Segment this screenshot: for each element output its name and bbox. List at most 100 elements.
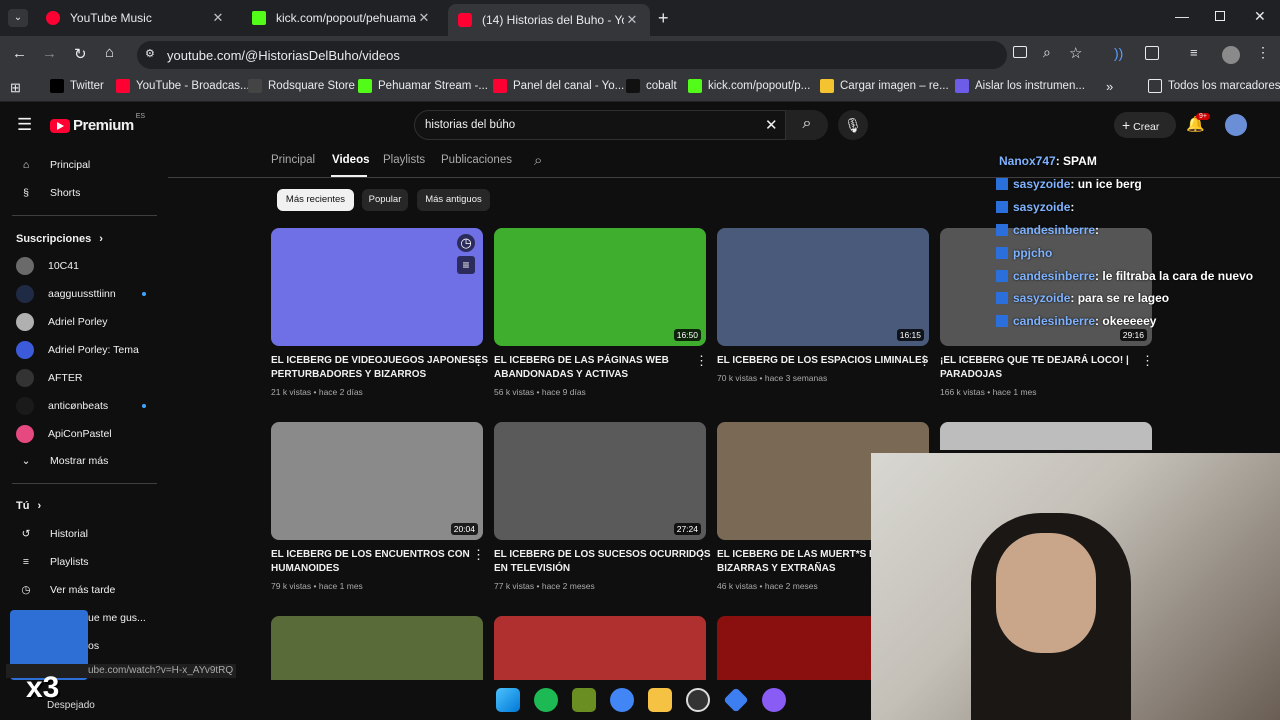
bookmark-item[interactable]: Pehuamar Stream -... bbox=[358, 79, 488, 93]
video-menu-icon[interactable]: ⋮ bbox=[472, 548, 485, 564]
video-title[interactable]: EL ICEBERG DE LOS ESPACIOS LIMINALES bbox=[717, 354, 928, 368]
menu-kebab-icon[interactable]: ⋮ bbox=[1256, 44, 1270, 61]
subscriptions-header[interactable]: Suscripciones › bbox=[16, 228, 103, 250]
bookmark-item[interactable]: Cargar imagen – re... bbox=[820, 79, 949, 93]
zoom-icon[interactable]: ⌕ bbox=[1043, 44, 1051, 61]
bookmark-star-icon[interactable]: ☆ bbox=[1069, 44, 1082, 62]
install-app-icon[interactable] bbox=[1013, 46, 1027, 58]
video-title[interactable]: EL ICEBERG DE LOS ENCUENTROS CON HUMANOID… bbox=[271, 548, 470, 576]
extensions-puzzle-icon[interactable] bbox=[1145, 46, 1159, 60]
bookmark-item[interactable]: Twitter bbox=[50, 79, 104, 93]
subscription-item[interactable]: ApiConPastel bbox=[16, 423, 146, 445]
bookmark-item[interactable]: Panel del canal - Yo... bbox=[493, 79, 624, 93]
search-button[interactable]: ⌕ bbox=[786, 110, 828, 140]
video-title[interactable]: EL ICEBERG DE LOS SUCESOS OCURRIDOS EN TE… bbox=[494, 548, 711, 576]
channel-tab[interactable]: Videos bbox=[332, 154, 370, 166]
discord-icon[interactable] bbox=[762, 688, 786, 712]
video-thumbnail[interactable]: 20:04 bbox=[271, 422, 483, 540]
channel-tab[interactable]: Playlists bbox=[383, 154, 425, 166]
sidebar-item-other[interactable]: os bbox=[88, 635, 99, 657]
video-title[interactable]: EL ICEBERG DE LAS MUERT*S MÁS BIZARRAS Y … bbox=[717, 548, 891, 576]
bookmark-item[interactable]: YouTube - Broadcas... bbox=[116, 79, 250, 93]
bookmark-item[interactable]: kick.com/popout/p... bbox=[688, 79, 810, 93]
chrome-icon[interactable] bbox=[610, 688, 634, 712]
video-thumbnail[interactable]: 16:50 bbox=[494, 228, 706, 346]
file-explorer-icon[interactable] bbox=[648, 688, 672, 712]
video-thumbnail[interactable] bbox=[271, 616, 483, 680]
search-input[interactable]: historias del búho bbox=[425, 119, 515, 131]
search-box[interactable]: historias del búho ✕ bbox=[414, 110, 786, 140]
close-window-icon[interactable]: ✕ bbox=[1254, 8, 1266, 25]
close-tab-icon[interactable]: ✕ bbox=[624, 12, 640, 28]
app-icon[interactable] bbox=[572, 688, 596, 712]
home-icon[interactable]: ⌂ bbox=[105, 44, 114, 61]
apps-grid-icon[interactable]: ⊞ bbox=[10, 80, 21, 96]
all-bookmarks-folder[interactable]: Todos los marcadores bbox=[1148, 79, 1280, 93]
profile-avatar[interactable] bbox=[1222, 46, 1240, 64]
channel-tab[interactable]: Publicaciones bbox=[441, 154, 512, 166]
tab-kick[interactable]: kick.com/popout/pehuamar/ch ✕ bbox=[242, 4, 442, 32]
subscription-item[interactable]: Adriel Porley bbox=[16, 311, 146, 333]
subscription-item[interactable]: aagguussttiinn bbox=[16, 283, 146, 305]
sidebar-item-home[interactable]: ⌂ Principal bbox=[16, 154, 90, 176]
video-title[interactable]: EL ICEBERG DE VIDEOJUEGOS JAPONESES PERTU… bbox=[271, 354, 488, 382]
voice-search-button[interactable]: 🎙 bbox=[838, 110, 868, 140]
channel-tab[interactable]: Principal bbox=[271, 154, 315, 166]
video-menu-icon[interactable]: ⋮ bbox=[472, 354, 485, 370]
site-info-icon[interactable]: ⚙ bbox=[145, 47, 155, 60]
tab-youtube-music[interactable]: YouTube Music ✕ bbox=[36, 4, 236, 32]
channel-search-icon[interactable]: ⌕ bbox=[534, 152, 542, 169]
subscription-item[interactable]: Adriel Porley: Tema bbox=[16, 339, 146, 361]
video-thumbnail[interactable]: ◷ ≡ bbox=[271, 228, 483, 346]
new-tab-icon[interactable]: + bbox=[658, 8, 669, 29]
video-menu-icon[interactable]: ⋮ bbox=[695, 354, 708, 370]
filter-chip[interactable]: Más recientes bbox=[277, 189, 354, 211]
sidebar-item-watch-later[interactable]: ◷ Ver más tarde bbox=[16, 579, 115, 601]
more-bookmarks-icon[interactable]: » bbox=[1106, 79, 1113, 94]
bookmark-item[interactable]: Rodsquare Store bbox=[248, 79, 355, 93]
sidebar-item-playlists[interactable]: ≡ Playlists bbox=[16, 551, 89, 573]
media-control-icon[interactable]: ≡ bbox=[1190, 45, 1198, 60]
notifications-bell[interactable]: 🔔 9+ bbox=[1186, 113, 1210, 133]
subscription-item[interactable]: 10C41 bbox=[16, 255, 146, 277]
account-avatar[interactable] bbox=[1225, 114, 1247, 136]
video-thumbnail[interactable] bbox=[940, 422, 1152, 450]
tab-search-icon[interactable]: ⌄ bbox=[8, 9, 28, 27]
video-thumbnail[interactable]: 16:15 bbox=[717, 228, 929, 346]
bookmark-item[interactable]: Aislar los instrumen... bbox=[955, 79, 1085, 93]
bookmark-item[interactable]: cobalt bbox=[626, 79, 677, 93]
subscription-item[interactable]: AFTER bbox=[16, 367, 146, 389]
windows-start-icon[interactable] bbox=[496, 688, 520, 712]
extension-icon[interactable]: )) bbox=[1114, 45, 1123, 61]
add-to-queue-icon[interactable]: ≡ bbox=[457, 256, 475, 274]
video-title[interactable]: ¡EL ICEBERG QUE TE DEJARÁ LOCO! | PARADOJ… bbox=[940, 354, 1136, 382]
clear-search-icon[interactable]: ✕ bbox=[765, 116, 778, 134]
sidebar-item-shorts[interactable]: § Shorts bbox=[16, 182, 80, 204]
sidebar-item-liked[interactable]: ue me gus... bbox=[88, 607, 146, 629]
back-icon[interactable]: ← bbox=[12, 45, 27, 62]
obs-icon[interactable] bbox=[686, 688, 710, 712]
restore-icon[interactable] bbox=[1215, 11, 1225, 21]
close-tab-icon[interactable]: ✕ bbox=[416, 10, 432, 26]
video-menu-icon[interactable]: ⋮ bbox=[1141, 354, 1154, 370]
sidebar-item-history[interactable]: ↺ Historial bbox=[16, 523, 88, 545]
minimize-icon[interactable]: — bbox=[1175, 8, 1189, 24]
close-tab-icon[interactable]: ✕ bbox=[210, 10, 226, 26]
show-more-button[interactable]: ⌄ Mostrar más bbox=[16, 450, 109, 472]
reload-icon[interactable]: ↻ bbox=[74, 45, 87, 63]
subscription-item[interactable]: anticønbeats bbox=[16, 395, 146, 417]
watch-later-icon[interactable]: ◷ bbox=[457, 234, 475, 252]
hamburger-menu-icon[interactable]: ☰ bbox=[17, 115, 32, 135]
filter-chip[interactable]: Popular bbox=[362, 189, 408, 211]
forward-icon[interactable]: → bbox=[42, 45, 57, 62]
video-menu-icon[interactable]: ⋮ bbox=[695, 548, 708, 564]
filter-chip[interactable]: Más antiguos bbox=[417, 189, 490, 211]
address-bar[interactable]: ⚙ youtube.com/@HistoriasDelBuho/videos ⌕… bbox=[137, 41, 1082, 69]
video-thumbnail[interactable]: 27:24 bbox=[494, 422, 706, 540]
tab-historias-del-buho[interactable]: (14) Historias del Buho - YouTu ✕ bbox=[448, 4, 650, 36]
you-header[interactable]: Tú › bbox=[16, 495, 41, 517]
video-menu-icon[interactable]: ⋮ bbox=[918, 354, 931, 370]
spotify-icon[interactable] bbox=[534, 688, 558, 712]
video-thumbnail[interactable] bbox=[494, 616, 706, 680]
youtube-logo[interactable]: Premium ES bbox=[50, 113, 145, 134]
